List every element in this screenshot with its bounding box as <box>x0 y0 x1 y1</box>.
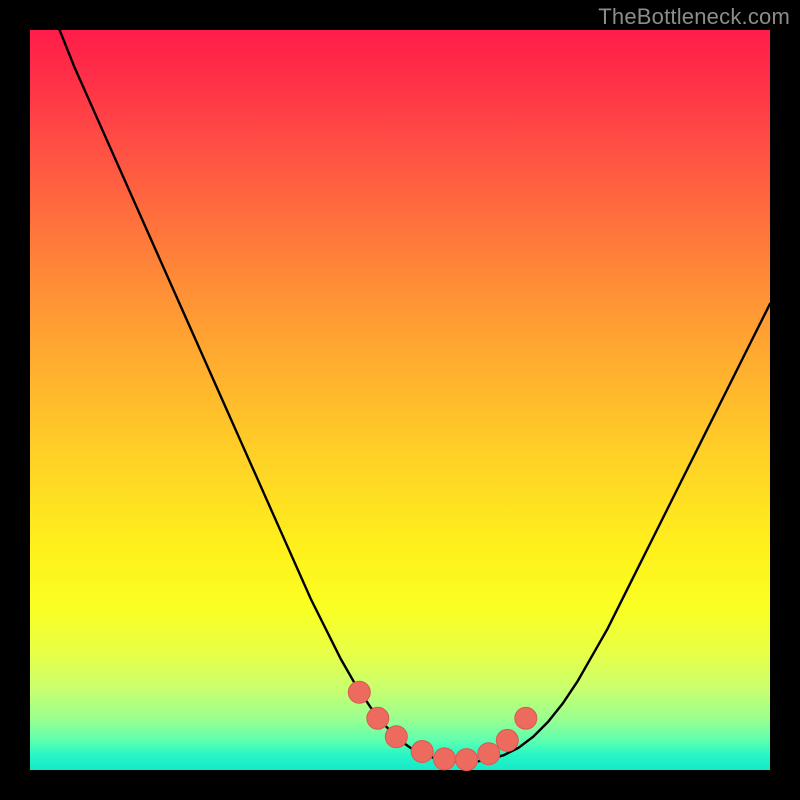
curve-marker <box>478 743 500 765</box>
curve-marker <box>433 748 455 770</box>
curve-marker <box>411 741 433 763</box>
chart-frame: TheBottleneck.com <box>0 0 800 800</box>
curve-marker <box>496 729 518 751</box>
curve-marker <box>348 681 370 703</box>
curve-marker <box>367 707 389 729</box>
curve-marker <box>515 707 537 729</box>
bottleneck-curve <box>60 30 770 762</box>
curve-layer <box>60 30 770 762</box>
watermark-text: TheBottleneck.com <box>598 4 790 30</box>
marker-layer <box>348 681 537 770</box>
curve-marker <box>385 726 407 748</box>
plot-area <box>30 30 770 770</box>
curve-marker <box>456 749 478 771</box>
plot-svg <box>30 30 770 770</box>
